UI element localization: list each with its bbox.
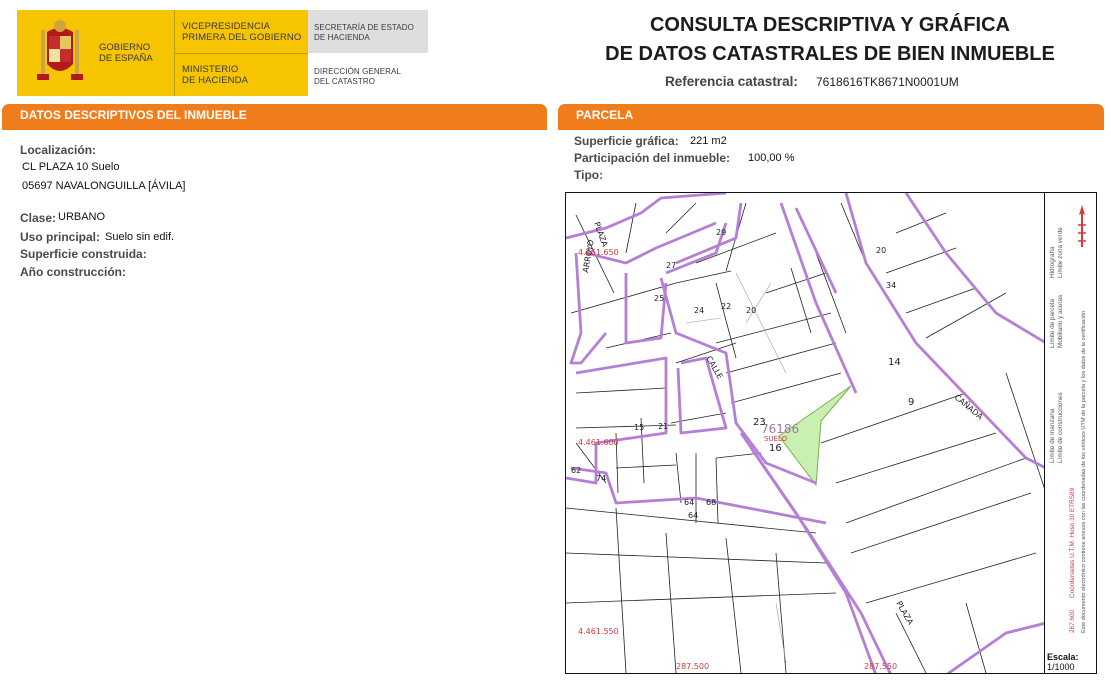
superficie-grafica-value: 221 m2 [690,135,727,147]
svg-text:15: 15 [634,423,644,432]
svg-text:27: 27 [666,261,676,270]
svg-text:16: 16 [769,443,782,454]
superficie-construida-label: Superficie construida: [20,247,147,261]
svg-text:21: 21 [658,422,668,431]
logo-gobierno-text: GOBIERNO DE ESPAÑA [99,42,153,64]
svg-text:20: 20 [746,306,756,315]
svg-text:34: 34 [886,281,896,290]
legend-item-hidrografia: Hidrografía [1049,246,1056,278]
coord-x1: 287.500 [676,662,709,671]
svg-text:64: 64 [688,511,698,520]
map-legend: Límite de manzana Límite de construccion… [1045,192,1097,674]
legend-coords-note: Coordenadas U.T.M. Huso 30 ETRS89 [1069,487,1076,598]
svg-text:68: 68 [706,498,716,507]
svg-text:CAÑADA: CAÑADA [953,392,986,422]
parcel-id: 76186 [761,422,799,436]
svg-text:64: 64 [684,498,694,507]
logo-grey-block: SECRETARÍA DE ESTADO DE HACIENDA DIRECCIÓ… [308,10,428,96]
tipo-label: Tipo: [574,168,604,182]
referencia-label: Referencia catastral: [665,74,798,89]
legend-coords-number: 287.600 [1069,609,1076,633]
logo-vice-text: VICEPRESIDENCIA PRIMERA DEL GOBIERNO [182,21,302,43]
svg-text:14: 14 [888,357,901,368]
svg-text:PLAZA: PLAZA [894,600,915,627]
svg-text:24: 24 [694,306,704,315]
coord-y2: 4.461.600 [578,438,619,447]
svg-text:22: 22 [721,302,731,311]
legend-item-zona-verde: Límite zona verde [1057,227,1064,278]
anio-construccion-label: Año construcción: [20,265,127,279]
cadastral-map[interactable]: 4.461.650 4.461.600 4.461.550 287.500 28… [565,192,1045,674]
datos-section-header: DATOS DESCRIPTIVOS DEL INMUEBLE [2,104,547,128]
referencia-value: 7618616TK8671N0001UM [816,75,959,89]
logo-yellow-block: GOBIERNO DE ESPAÑA VICEPRESIDENCIA PRIMERA… [17,10,308,96]
logo-ministerio-text: MINISTERIO DE HACIENDA [182,64,249,86]
page-title: CONSULTA DESCRIPTIVA Y GRÁFICA DE DATOS C… [605,14,1055,65]
svg-text:9: 9 [908,397,914,408]
legend-item-mobiliario: Mobiliario y aceras [1057,294,1064,348]
coord-x2: 287.550 [864,662,897,671]
government-logo: GOBIERNO DE ESPAÑA VICEPRESIDENCIA PRIMERA… [17,10,428,96]
map-canvas: 4.461.650 4.461.600 4.461.550 287.500 28… [566,193,1044,673]
participacion-label: Participación del inmueble: [574,151,731,165]
svg-text:62: 62 [571,466,581,475]
logo-direccion-text: DIRECCIÓN GENERAL DEL CATASTRO [314,67,402,86]
superficie-grafica-label: Superficie gráfica: [574,134,679,148]
coord-y3: 4.461.550 [578,627,619,636]
svg-text:25: 25 [654,294,664,303]
legend-item-manzana: Límite de manzana [1049,408,1056,463]
coat-of-arms-icon [37,20,83,80]
map-scale: Escala: 1/1000 [1047,652,1079,672]
legend-item-construcciones: Límite de construcciones [1057,392,1064,463]
clase-label: Clase: [20,211,57,225]
parcela-section-header: PARCELA [558,104,1104,128]
svg-text:29: 29 [716,228,726,237]
logo-secretaria-text: SECRETARÍA DE ESTADO DE HACIENDA [314,23,414,42]
north-arrow-icon [1078,205,1086,247]
clase-value: URBANO [58,211,106,223]
uso-value: Suelo sin edif. [105,231,175,243]
svg-text:23: 23 [753,417,766,428]
uso-label: Uso principal: [20,230,101,244]
svg-text:74: 74 [596,474,606,483]
legend-note: Este documento electrónico contiene anex… [1081,310,1087,633]
parcel-label: SUELO [764,435,788,443]
localizacion-line2: 05697 NAVALONGUILLA [ÁVILA] [22,180,186,192]
legend-item-parcela: Límite de parcela [1049,298,1056,348]
localizacion-label: Localización: [20,143,97,157]
svg-text:20: 20 [876,246,886,255]
localizacion-line1: CL PLAZA 10 Suelo [22,161,120,173]
participacion-value: 100,00 % [748,152,795,164]
